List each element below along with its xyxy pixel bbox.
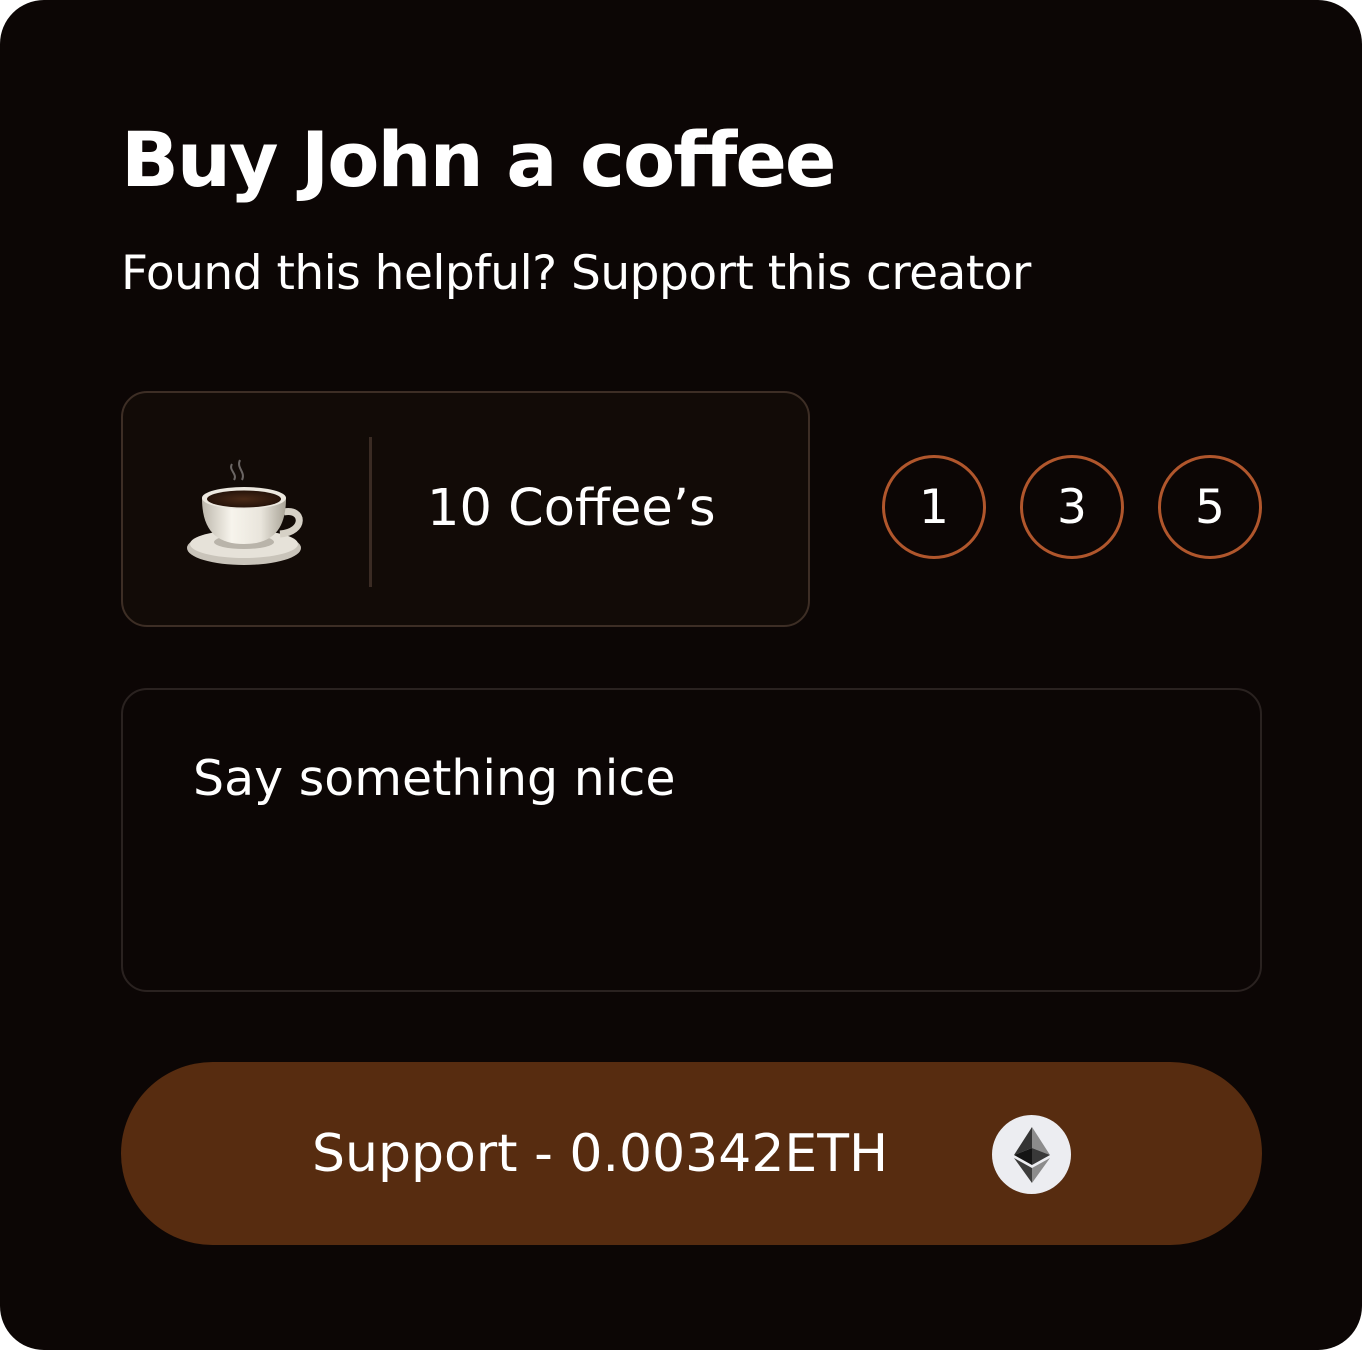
- coffee-count-label: 10 Coffee’s: [427, 479, 716, 538]
- buy-coffee-card: Buy John a coffee Found this helpful? Su…: [0, 0, 1362, 1350]
- quantity-option-1[interactable]: 1: [882, 455, 986, 559]
- support-button-label: Support - 0.00342ETH: [312, 1124, 889, 1184]
- quantity-divider: [369, 437, 372, 587]
- ethereum-icon: [992, 1115, 1071, 1194]
- quantity-option-5[interactable]: 5: [1158, 455, 1262, 559]
- message-input[interactable]: [121, 688, 1262, 992]
- page-title: Buy John a coffee: [121, 115, 836, 204]
- page-subtitle: Found this helpful? Support this creator: [121, 246, 1031, 301]
- quantity-option-3[interactable]: 3: [1020, 455, 1124, 559]
- coffee-cup-icon: [187, 459, 303, 565]
